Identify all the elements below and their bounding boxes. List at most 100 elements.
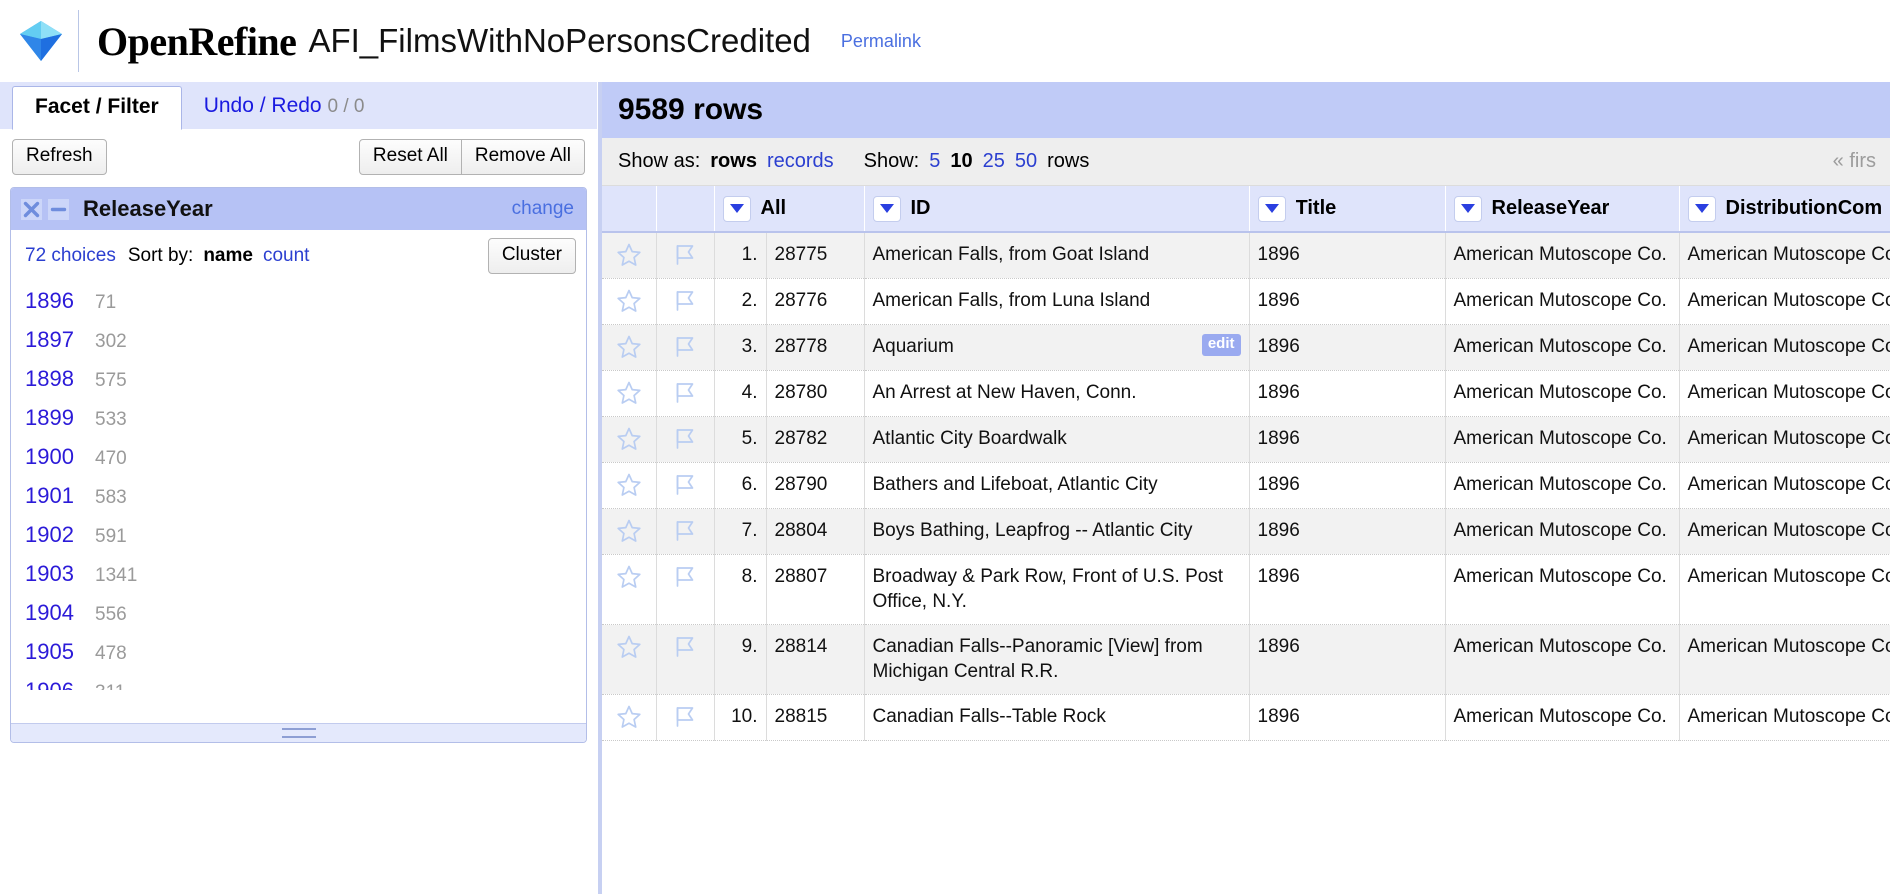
- chevron-down-icon[interactable]: [722, 195, 751, 222]
- facet-change-link[interactable]: change: [512, 198, 574, 220]
- caret-glyph: [729, 204, 744, 213]
- star-icon[interactable]: [616, 472, 642, 498]
- row-productioncompany-cell: American Mutoscope Co.: [1679, 694, 1890, 742]
- table-row[interactable]: 9. 28814 Canadian Falls--Panoramic [View] …: [602, 624, 1890, 696]
- left-panel: Facet / Filter Undo / Redo 0 / 0 Refresh…: [0, 82, 598, 894]
- row-distributioncompany-cell-text: American Mutoscope Co.: [1453, 336, 1667, 357]
- sort-by-name-option[interactable]: name: [203, 245, 253, 267]
- remove-all-button[interactable]: Remove All: [461, 139, 585, 175]
- refresh-button[interactable]: Refresh: [12, 139, 107, 175]
- row-distributioncompany-cell: American Mutoscope Co.: [1445, 624, 1680, 696]
- row-star-cell[interactable]: [602, 624, 657, 696]
- row-star-cell[interactable]: [602, 508, 657, 555]
- flag-icon[interactable]: [672, 288, 698, 314]
- table-row[interactable]: 3. 28778 Aquarium edit 1896 American Mutoscop…: [602, 324, 1890, 371]
- minimize-icon[interactable]: [48, 198, 69, 220]
- row-index-cell-text: 8.: [741, 566, 758, 587]
- flag-icon[interactable]: [672, 564, 698, 590]
- star-icon[interactable]: [616, 704, 642, 730]
- facet-choice-item[interactable]: 1898 575: [25, 366, 586, 405]
- star-icon[interactable]: [616, 518, 642, 544]
- row-star-cell[interactable]: [602, 416, 657, 463]
- row-star-cell[interactable]: [602, 462, 657, 509]
- row-flag-cell[interactable]: [656, 694, 715, 742]
- tab-facet-filter[interactable]: Facet / Filter: [12, 85, 182, 130]
- star-icon[interactable]: [616, 634, 642, 660]
- row-flag-cell[interactable]: [656, 554, 715, 626]
- row-flag-cell[interactable]: [656, 624, 715, 696]
- flag-icon[interactable]: [672, 518, 698, 544]
- facet-choice-item[interactable]: 1905 478: [25, 639, 586, 678]
- row-flag-cell[interactable]: [656, 324, 715, 371]
- row-star-cell[interactable]: [602, 694, 657, 742]
- star-icon[interactable]: [616, 426, 642, 452]
- row-index-cell-text: 2.: [741, 290, 758, 311]
- facet-choice-item[interactable]: 1901 583: [25, 483, 586, 522]
- facet-choice-item[interactable]: 1896 71: [25, 288, 586, 327]
- page-size-5[interactable]: 5: [929, 150, 940, 173]
- chevron-down-icon[interactable]: [872, 195, 901, 222]
- table-row[interactable]: 1. 28775 American Falls, from Goat Island 1…: [602, 232, 1890, 279]
- facet-choice-item[interactable]: 1900 470: [25, 444, 586, 483]
- row-flag-cell[interactable]: [656, 278, 715, 325]
- facet-choice-item[interactable]: 1899 533: [25, 405, 586, 444]
- tab-undo-redo[interactable]: Undo / Redo 0 / 0: [182, 86, 387, 129]
- row-star-cell[interactable]: [602, 324, 657, 371]
- page-size-10[interactable]: 10: [950, 150, 972, 173]
- star-icon[interactable]: [616, 380, 642, 406]
- facet-choice-item[interactable]: 1906 311: [25, 678, 586, 690]
- row-star-cell[interactable]: [602, 232, 657, 279]
- flag-icon[interactable]: [672, 334, 698, 360]
- flag-icon[interactable]: [672, 426, 698, 452]
- star-icon[interactable]: [616, 564, 642, 590]
- table-row[interactable]: 4. 28780 An Arrest at New Haven, Conn. 1896…: [602, 370, 1890, 417]
- star-icon[interactable]: [616, 288, 642, 314]
- table-row[interactable]: 8. 28807 Broadway & Park Row, Front of U.S…: [602, 554, 1890, 626]
- right-panel: 9589 rows Show as: rows records Show: 5 …: [598, 82, 1890, 894]
- reset-all-button[interactable]: Reset All: [358, 139, 462, 175]
- row-id-cell: 28804: [766, 508, 865, 555]
- facet-choice-label: 1906: [25, 678, 85, 690]
- facet-choice-item[interactable]: 1897 302: [25, 327, 586, 366]
- star-icon[interactable]: [616, 242, 642, 268]
- flag-icon[interactable]: [672, 472, 698, 498]
- flag-icon[interactable]: [672, 634, 698, 660]
- star-icon[interactable]: [616, 334, 642, 360]
- cluster-button[interactable]: Cluster: [487, 238, 576, 274]
- row-flag-cell[interactable]: [656, 232, 715, 279]
- table-row[interactable]: 7. 28804 Boys Bathing, Leapfrog -- Atlanti…: [602, 508, 1890, 555]
- facet-choice-count: 71: [95, 292, 117, 313]
- show-as-rows-option[interactable]: rows: [710, 150, 757, 173]
- table-row[interactable]: 2. 28776 American Falls, from Luna Island 1…: [602, 278, 1890, 325]
- chevron-down-icon[interactable]: [1453, 195, 1482, 222]
- facet-choice-item[interactable]: 1902 591: [25, 522, 586, 561]
- flag-icon[interactable]: [672, 380, 698, 406]
- row-star-cell[interactable]: [602, 278, 657, 325]
- show-as-records-option[interactable]: records: [767, 150, 834, 173]
- facet-choice-item[interactable]: 1904 556: [25, 600, 586, 639]
- edit-badge[interactable]: edit: [1201, 334, 1241, 356]
- chevron-down-icon[interactable]: [1257, 195, 1286, 222]
- facet-choice-item[interactable]: 1903 1341: [25, 561, 586, 600]
- pager-first-button[interactable]: « firs: [1833, 150, 1876, 173]
- facet-resize-grip[interactable]: [281, 728, 316, 738]
- page-size-25[interactable]: 25: [983, 150, 1005, 173]
- facet-choices-count[interactable]: 72 choices: [25, 245, 116, 267]
- row-flag-cell[interactable]: [656, 462, 715, 509]
- table-row[interactable]: 5. 28782 Atlantic City Boardwalk 1896 Americ…: [602, 416, 1890, 463]
- row-flag-cell[interactable]: [656, 508, 715, 555]
- permalink-link[interactable]: Permalink: [841, 31, 921, 52]
- table-row[interactable]: 10. 28815 Canadian Falls--Table Rock 1896 Am…: [602, 694, 1890, 742]
- flag-icon[interactable]: [672, 704, 698, 730]
- table-row[interactable]: 6. 28790 Bathers and Lifeboat, Atlantic Ci…: [602, 462, 1890, 509]
- row-flag-cell[interactable]: [656, 416, 715, 463]
- chevron-down-icon[interactable]: [1687, 195, 1716, 222]
- row-flag-cell[interactable]: [656, 370, 715, 417]
- page-size-50[interactable]: 50: [1015, 150, 1037, 173]
- flag-icon[interactable]: [672, 242, 698, 268]
- row-star-cell[interactable]: [602, 370, 657, 417]
- sort-by-count-option[interactable]: count: [263, 245, 309, 267]
- close-icon[interactable]: [21, 198, 42, 220]
- row-star-cell[interactable]: [602, 554, 657, 626]
- facet-choice-label: 1904: [25, 600, 74, 625]
